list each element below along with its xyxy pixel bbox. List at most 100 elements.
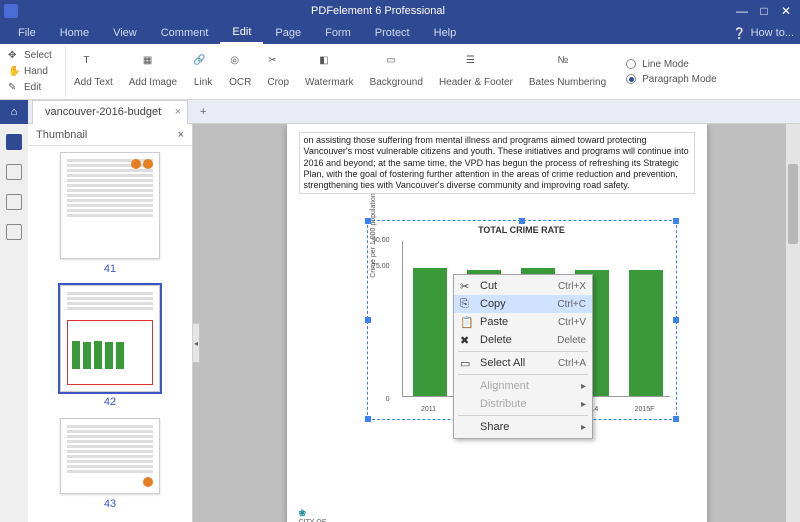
menu-item-shortcut: Ctrl+V: [558, 317, 586, 328]
ribbon: ✥Select ✋ Hand ✎Edit T Add Text ▦Add Image…: [0, 44, 800, 100]
menu-item-icon: 📋: [460, 316, 474, 329]
context-menu-item[interactable]: ⎘ Copy Ctrl+C: [454, 295, 592, 313]
menu-item-shortcut: Ctrl+X: [558, 281, 586, 292]
menu-item-shortcut: ▸: [581, 381, 586, 392]
document-tab-label: vancouver-2016-budget: [45, 106, 161, 118]
resize-handle[interactable]: [673, 218, 679, 224]
menu-item-label: Cut: [480, 280, 552, 292]
menu-item-shortcut: ▸: [581, 399, 586, 410]
new-tab-button[interactable]: +: [192, 101, 214, 123]
collapse-panel-handle[interactable]: ◂: [193, 323, 200, 363]
howto-label: How to...: [751, 27, 794, 39]
menu-item-icon: ▭: [460, 357, 474, 370]
menu-view[interactable]: View: [101, 22, 149, 44]
radio-off-icon: [626, 59, 636, 69]
resize-handle[interactable]: [673, 317, 679, 323]
thumbnails-tool[interactable]: [6, 134, 22, 150]
ocr-button[interactable]: ◎OCR: [221, 46, 259, 97]
context-menu-item[interactable]: Share▸: [454, 418, 592, 436]
menu-item-shortcut: Ctrl+C: [557, 299, 586, 310]
annotations-tool[interactable]: [6, 194, 22, 210]
add-text-button[interactable]: T Add Text: [66, 46, 121, 97]
menu-item-shortcut: Delete: [557, 335, 586, 346]
help-icon: ❔: [733, 27, 747, 40]
watermark-label: Watermark: [305, 77, 354, 88]
maximize-button[interactable]: □: [754, 3, 774, 19]
bates-label: Bates Numbering: [529, 77, 606, 88]
thumbnail-list[interactable]: 41 42 43: [28, 146, 192, 522]
menu-protect[interactable]: Protect: [363, 22, 422, 44]
resize-handle[interactable]: [673, 416, 679, 422]
context-menu: ✂CutCtrl+X⎘CopyCtrl+C📋PasteCtrl+V✖Delete…: [453, 274, 593, 439]
hand-mode-label: Hand: [24, 66, 48, 77]
scrollbar-thumb[interactable]: [788, 164, 798, 244]
menu-edit[interactable]: Edit: [220, 22, 263, 44]
menu-item-icon: ⎘: [460, 298, 474, 311]
header-footer-button[interactable]: ☰Header & Footer: [431, 46, 521, 97]
hand-icon: ✋: [8, 66, 20, 78]
document-viewport[interactable]: ◂ on assisting those suffering from ment…: [193, 124, 800, 522]
thumbnail-page[interactable]: [60, 152, 160, 259]
menu-item-label: Copy: [480, 298, 551, 310]
side-toolbar: [0, 124, 28, 522]
paragraph-mode-radio[interactable]: Paragraph Mode: [626, 74, 717, 85]
search-tool[interactable]: [6, 224, 22, 240]
add-image-button[interactable]: ▦Add Image: [121, 46, 185, 97]
vertical-scrollbar[interactable]: [786, 124, 800, 522]
link-button[interactable]: 🔗 Link: [185, 46, 221, 97]
app-logo: [4, 4, 18, 18]
menu-item-label: Paste: [480, 316, 552, 328]
menubar: File Home View Comment Edit Page Form Pr…: [0, 22, 800, 44]
select-mode-label: Select: [24, 50, 52, 61]
body-paragraph[interactable]: on assisting those suffering from mental…: [299, 132, 695, 194]
minimize-button[interactable]: —: [732, 3, 752, 19]
add-image-label: Add Image: [129, 77, 177, 88]
resize-handle[interactable]: [365, 317, 371, 323]
ytick: 0: [368, 396, 390, 403]
chart-yaxis: 90.00 75.00 0: [386, 241, 396, 399]
text-icon: T: [83, 55, 103, 75]
watermark-icon: ◧: [319, 55, 339, 75]
resize-handle[interactable]: [365, 416, 371, 422]
ocr-icon: ◎: [230, 55, 250, 75]
context-menu-item[interactable]: ✂CutCtrl+X: [454, 277, 592, 295]
howto-link[interactable]: ❔ How to...: [733, 27, 794, 40]
context-menu-item[interactable]: ▭Select AllCtrl+A: [454, 354, 592, 372]
menu-comment[interactable]: Comment: [149, 22, 221, 44]
select-mode[interactable]: ✥Select: [8, 48, 61, 64]
ytick: 75.00: [368, 263, 390, 270]
menu-item-label: Share: [480, 421, 575, 433]
header-footer-label: Header & Footer: [439, 77, 513, 88]
context-menu-item: Distribute▸: [454, 395, 592, 413]
home-tab-button[interactable]: ⌂: [0, 100, 28, 124]
bates-button[interactable]: № Bates Numbering: [521, 46, 614, 97]
watermark-button[interactable]: ◧ Watermark: [297, 46, 362, 97]
menu-page[interactable]: Page: [263, 22, 313, 44]
close-panel-button[interactable]: ×: [178, 129, 184, 141]
crop-button[interactable]: ✂Crop: [259, 46, 297, 97]
resize-handle[interactable]: [519, 218, 525, 224]
link-icon: 🔗: [193, 55, 213, 75]
plus-icon: +: [200, 106, 206, 118]
bookmarks-tool[interactable]: [6, 164, 22, 180]
radio-on-icon: [626, 74, 636, 84]
bates-icon: №: [558, 55, 578, 75]
menu-file[interactable]: File: [6, 22, 48, 44]
document-tab[interactable]: vancouver-2016-budget ×: [32, 100, 188, 124]
line-mode-radio[interactable]: Line Mode: [626, 59, 717, 70]
background-button[interactable]: ▭Background: [362, 46, 431, 97]
menu-home[interactable]: Home: [48, 22, 101, 44]
add-text-label: Add Text: [74, 77, 113, 88]
menu-form[interactable]: Form: [313, 22, 363, 44]
context-menu-item[interactable]: 📋 Paste Ctrl+V: [454, 313, 592, 331]
context-menu-item[interactable]: ✖DeleteDelete: [454, 331, 592, 349]
link-label: Link: [194, 77, 212, 88]
thumbnail-page[interactable]: [60, 285, 160, 392]
close-button[interactable]: ✕: [776, 3, 796, 19]
thumbnail-page[interactable]: [60, 418, 160, 494]
edit-mode[interactable]: ✎Edit: [8, 80, 61, 96]
menu-help[interactable]: Help: [422, 22, 469, 44]
hand-mode[interactable]: ✋ Hand: [8, 64, 61, 80]
menu-item-icon: ✖: [460, 334, 474, 347]
close-tab-button[interactable]: ×: [175, 106, 181, 118]
